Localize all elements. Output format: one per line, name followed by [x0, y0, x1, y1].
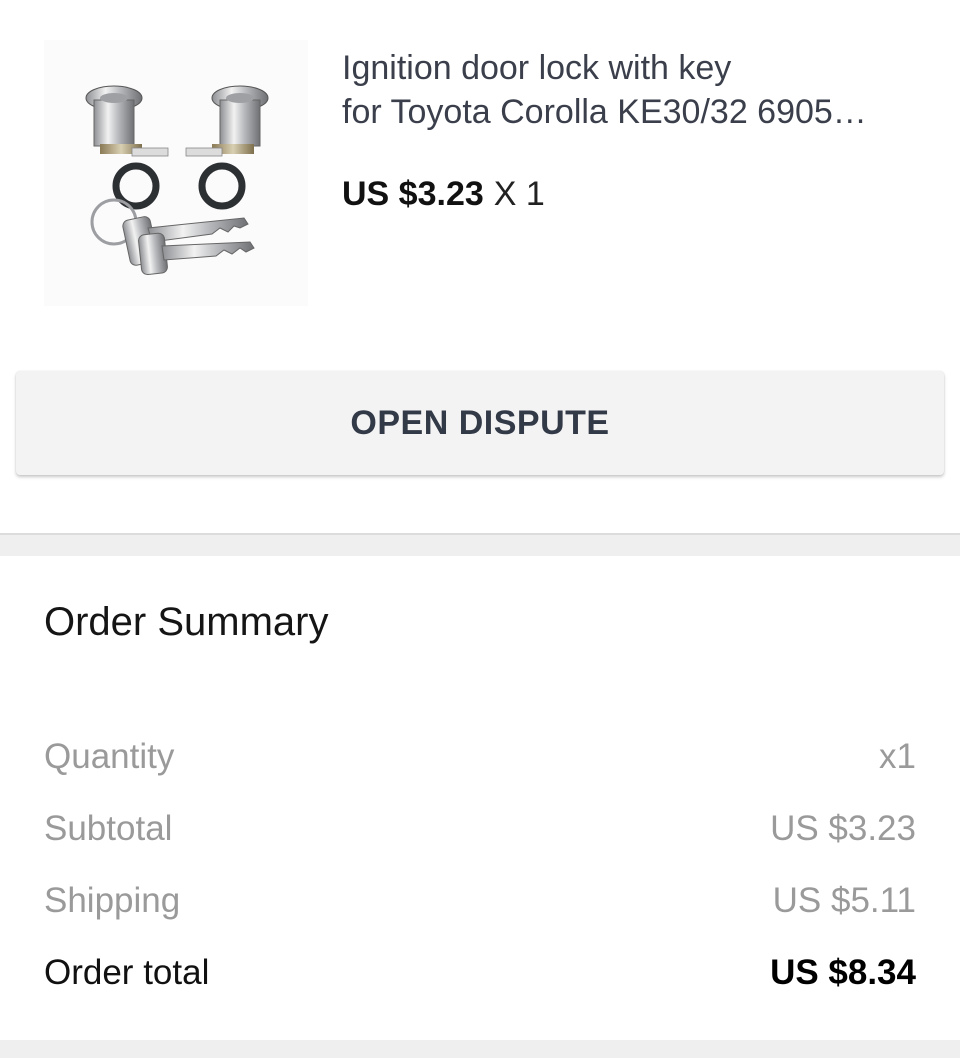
- summary-label: Subtotal: [44, 809, 173, 848]
- summary-value: US $5.11: [772, 881, 916, 920]
- price-line: US $3.23 X 1: [342, 172, 545, 216]
- section-divider: [0, 533, 960, 557]
- summary-row-subtotal: Subtotal US $3.23: [44, 804, 916, 854]
- order-item: Ignition door lock with key for Toyota C…: [0, 0, 960, 345]
- product-quantity: X 1: [493, 175, 545, 213]
- summary-value: US $3.23: [770, 809, 916, 848]
- order-summary: Order Summary Quantity x1 Subtotal US $3…: [0, 556, 960, 1040]
- open-dispute-button[interactable]: OPEN DISPUTE: [16, 371, 944, 475]
- order-summary-title: Order Summary: [44, 600, 329, 644]
- product-price: US $3.23: [342, 175, 484, 213]
- summary-row-quantity: Quantity x1: [44, 732, 916, 782]
- summary-label: Quantity: [44, 737, 175, 776]
- summary-value: US $8.34: [770, 953, 916, 992]
- summary-value: x1: [879, 737, 916, 776]
- summary-label: Order total: [44, 953, 210, 992]
- product-title[interactable]: Ignition door lock with key for Toyota C…: [342, 46, 932, 134]
- product-thumbnail[interactable]: [44, 40, 308, 306]
- lock-and-key-image: [85, 85, 269, 276]
- section-divider-bottom: [0, 1040, 960, 1058]
- summary-row-shipping: Shipping US $5.11: [44, 876, 916, 926]
- summary-row-order-total: Order total US $8.34: [44, 948, 916, 998]
- summary-label: Shipping: [44, 881, 181, 920]
